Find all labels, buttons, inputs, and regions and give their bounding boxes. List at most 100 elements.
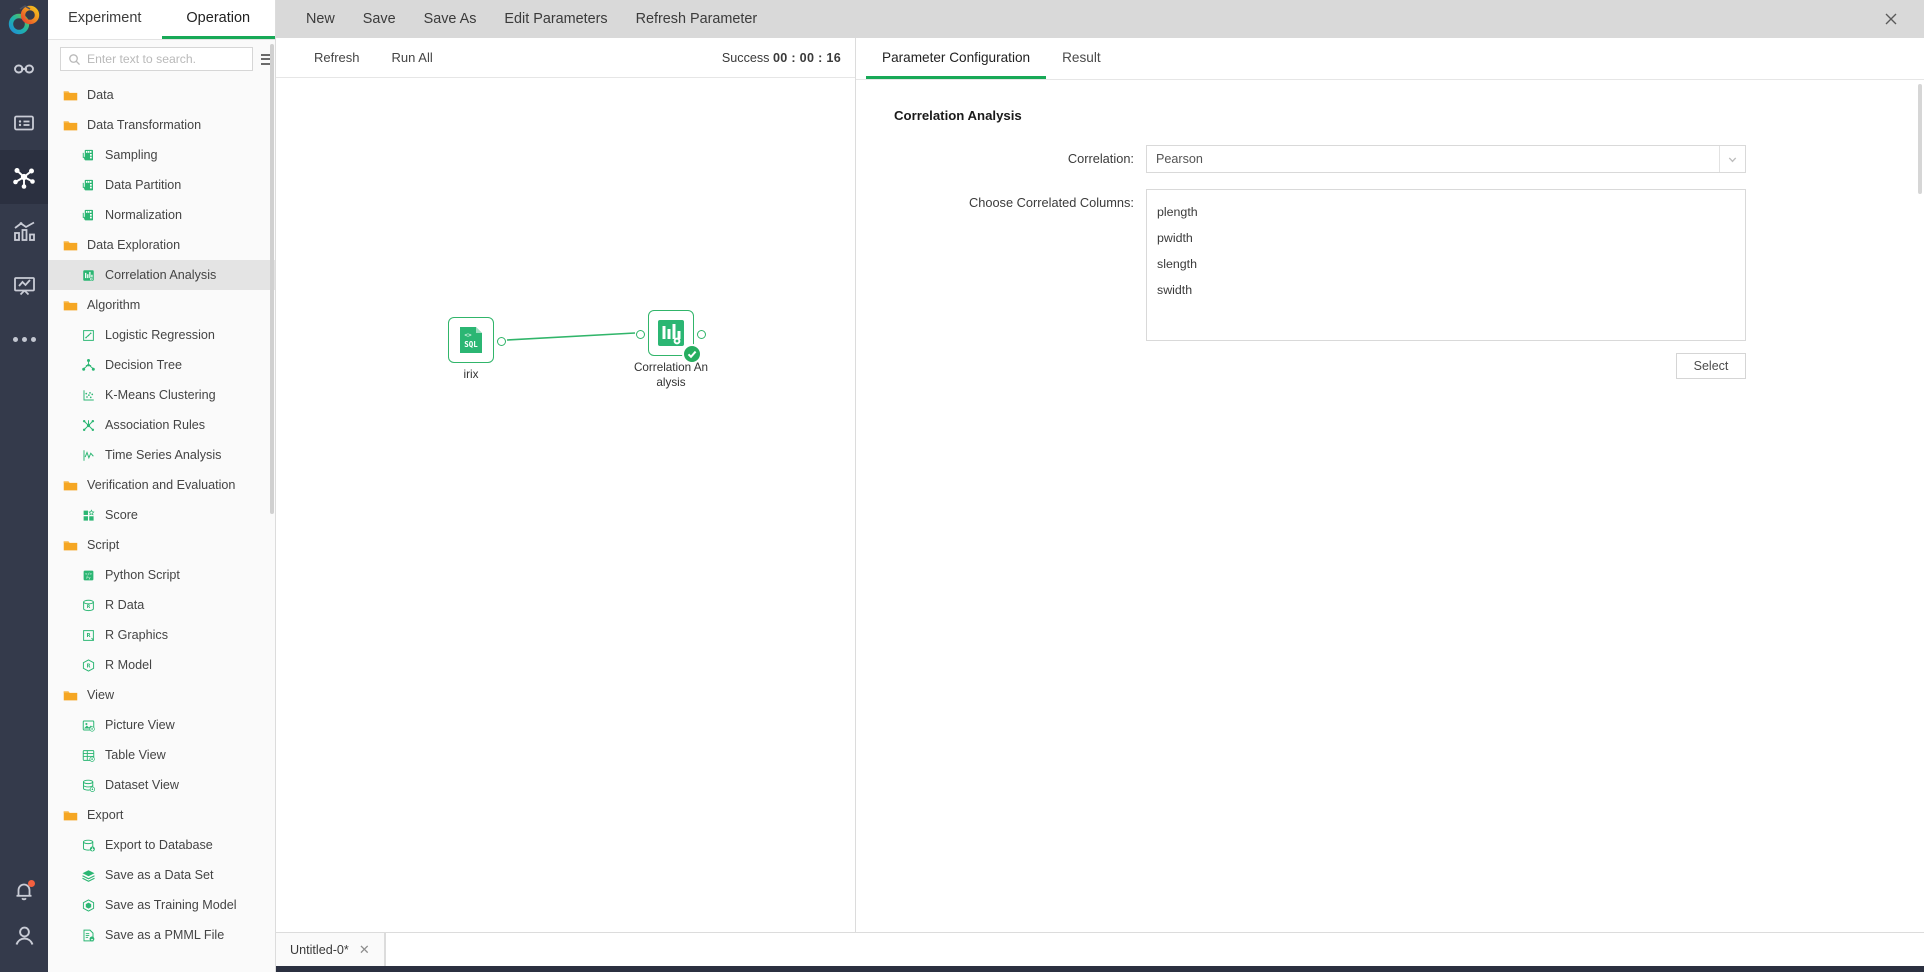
tree-item-time-series-analysis[interactable]: Time Series Analysis — [48, 440, 275, 470]
tree-item-k-means-clustering[interactable]: K-Means Clustering — [48, 380, 275, 410]
tree-item-label: R Data — [105, 597, 145, 612]
run-all-button[interactable]: Run All — [376, 38, 449, 78]
tab-parameter-configuration[interactable]: Parameter Configuration — [866, 38, 1047, 79]
run-status-time: 00 : 00 : 16 — [772, 50, 841, 65]
svg-text:Py: Py — [86, 576, 90, 580]
select-button[interactable]: Select — [1676, 353, 1746, 379]
column-option[interactable]: swidth — [1147, 277, 1745, 303]
menu-edit-parameters[interactable]: Edit Parameters — [490, 0, 621, 38]
search-input[interactable] — [87, 52, 245, 66]
node-box: SQL <> — [448, 317, 506, 363]
regression-icon — [80, 327, 97, 344]
workflow-node-irix[interactable]: SQL <> irix — [448, 317, 506, 381]
main-column: New Save Save As Edit Parameters Refresh… — [276, 0, 1924, 972]
tree-item-r-graphics[interactable]: R R Graphics — [48, 620, 275, 650]
tree-item-algorithm[interactable]: Algorithm — [48, 290, 275, 320]
tree-item-label: K-Means Clustering — [105, 387, 216, 402]
chevron-down-icon[interactable] — [1719, 146, 1745, 172]
tree-item-data[interactable]: Data — [48, 80, 275, 110]
svg-text:<>: <> — [464, 332, 472, 339]
menu-new[interactable]: New — [292, 0, 349, 38]
tree-item-r-model[interactable]: R R Model — [48, 650, 275, 680]
tree-item-normalization[interactable]: Normalization — [48, 200, 275, 230]
sidebar-rail-presentation-chart-icon[interactable] — [0, 258, 48, 312]
left-panel-scrollbar[interactable] — [270, 44, 274, 514]
correlated-columns-listbox[interactable]: plength pwidth slength swidth — [1146, 189, 1746, 341]
tree-item-logistic-regression[interactable]: Logistic Regression — [48, 320, 275, 350]
node-output-port[interactable] — [497, 337, 506, 346]
tree-item-verification-and-evaluation[interactable]: Verification and Evaluation — [48, 470, 275, 500]
menu-save-as[interactable]: Save As — [410, 0, 491, 38]
sidebar-rail-list-card-icon[interactable] — [0, 96, 48, 150]
tree-item-data-exploration[interactable]: Data Exploration — [48, 230, 275, 260]
tab-operation[interactable]: Operation — [161, 0, 275, 39]
sidebar-rail-bell-icon[interactable] — [0, 864, 48, 918]
config-body: Correlation Analysis Correlation: Pearso… — [856, 80, 1924, 932]
column-option[interactable]: pwidth — [1147, 225, 1745, 251]
tree-item-table-view[interactable]: Table View — [48, 740, 275, 770]
document-tab-strip-empty — [384, 933, 1924, 966]
menu-refresh-parameter[interactable]: Refresh Parameter — [622, 0, 772, 38]
sidebar-rail-link-icon[interactable] — [0, 42, 48, 96]
tab-experiment[interactable]: Experiment — [48, 0, 162, 39]
correlation-select[interactable]: Pearson — [1146, 145, 1746, 173]
node-label: Correlation An alysis — [633, 361, 709, 389]
tree-item-python-script[interactable]: </> Py Python Script — [48, 560, 275, 590]
node-input-port[interactable] — [636, 330, 645, 339]
tree-item-label: Dataset View — [105, 777, 179, 792]
tree-item-score[interactable]: Score — [48, 500, 275, 530]
tree-item-data-partition[interactable]: Data Partition — [48, 170, 275, 200]
refresh-button[interactable]: Refresh — [298, 38, 376, 78]
app-logo — [0, 0, 48, 42]
sidebar-rail-workflow-nodes-icon[interactable] — [0, 150, 48, 204]
tree-item-save-as-a-pmml-file[interactable]: Save as a PMML File — [48, 920, 275, 950]
tree-item-dataset-view[interactable]: Dataset View — [48, 770, 275, 800]
node-output-port[interactable] — [697, 330, 706, 339]
tree-item-script[interactable]: Script — [48, 530, 275, 560]
tree-item-label: Picture View — [105, 717, 175, 732]
sidebar-rail-more-dots-icon[interactable] — [0, 312, 48, 366]
menu-save[interactable]: Save — [349, 0, 410, 38]
field-correlation-label: Correlation: — [1067, 151, 1134, 166]
sidebar-rail-user-icon[interactable] — [0, 918, 48, 972]
tree-item-save-as-a-data-set[interactable]: Save as a Data Set — [48, 860, 275, 890]
menu-bar: New Save Save As Edit Parameters Refresh… — [276, 0, 1924, 38]
tree-item-export[interactable]: Export — [48, 800, 275, 830]
document-tab-untitled[interactable]: Untitled-0* ✕ — [276, 933, 385, 966]
tree-item-association-rules[interactable]: Association Rules — [48, 410, 275, 440]
sidebar-rail-bar-chart-icon[interactable] — [0, 204, 48, 258]
tree-item-picture-view[interactable]: Picture View — [48, 710, 275, 740]
svg-text:SQL: SQL — [464, 340, 478, 349]
tab-result-label: Result — [1062, 49, 1101, 65]
folder-icon — [62, 807, 79, 824]
tree-item-save-as-training-model[interactable]: Save as Training Model — [48, 890, 275, 920]
tree-item-label: Table View — [105, 747, 166, 762]
workflow-canvas[interactable]: SQL <> irix Correlation An alysis — [276, 78, 855, 932]
field-correlated-columns-label: Choose Correlated Columns: — [968, 195, 1134, 210]
tree-item-label: Export — [87, 807, 124, 822]
tree-item-label: Data Transformation — [87, 117, 202, 132]
workflow-node-correlation-analysis[interactable]: Correlation An alysis — [634, 310, 708, 389]
window-close-button[interactable] — [1874, 0, 1908, 38]
tree-item-decision-tree[interactable]: Decision Tree — [48, 350, 275, 380]
node-label: irix — [463, 368, 479, 381]
tree-item-correlation-analysis[interactable]: Correlation Analysis — [48, 260, 275, 290]
tree-item-label: Logistic Regression — [105, 327, 215, 342]
tab-parameter-configuration-label: Parameter Configuration — [882, 49, 1031, 65]
search-box[interactable] — [60, 47, 253, 71]
component-panel: Experiment Operation Data Data Transforma… — [48, 0, 276, 972]
config-scrollbar[interactable] — [1918, 84, 1922, 194]
tree-item-view[interactable]: View — [48, 680, 275, 710]
tree-item-sampling[interactable]: Sampling — [48, 140, 275, 170]
tree-item-r-data[interactable]: R R Data — [48, 590, 275, 620]
folder-icon — [62, 297, 79, 314]
run-status-label: Success — [721, 50, 770, 65]
column-option[interactable]: plength — [1147, 199, 1745, 225]
search-icon — [69, 53, 80, 65]
tree-item-label: Script — [87, 537, 120, 552]
document-tab-close-icon[interactable]: ✕ — [359, 942, 370, 958]
tab-result[interactable]: Result — [1046, 38, 1117, 79]
tree-item-export-to-database[interactable]: Export to Database — [48, 830, 275, 860]
column-option[interactable]: slength — [1147, 251, 1745, 277]
tree-item-data-transformation[interactable]: Data Transformation — [48, 110, 275, 140]
